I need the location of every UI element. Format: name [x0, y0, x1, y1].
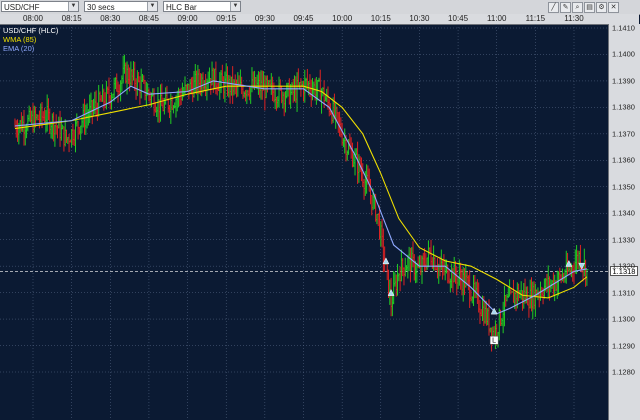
time-tick-label: 09:45	[293, 14, 314, 23]
price-tick-label: 1.1410	[612, 23, 635, 33]
draw-pencil-icon[interactable]: ✎	[560, 2, 571, 13]
time-tick-label: 08:15	[61, 14, 82, 23]
axis-corner	[609, 14, 639, 24]
price-tick-label: 1.1320	[612, 261, 635, 271]
price-axis: 1.1318 1.1410 1.1400 1.1390 1.1380 1.1370 1.1…	[608, 24, 640, 420]
time-tick-label: 10:00	[332, 14, 353, 23]
draw-line-icon[interactable]: ╱	[548, 2, 559, 13]
chevron-down-icon[interactable]: ▼	[230, 2, 240, 11]
interval-value: 30 secs	[87, 3, 115, 12]
time-tick-label: 10:45	[448, 14, 469, 23]
price-tick-label: 1.1310	[612, 288, 635, 298]
time-tick-label: 09:00	[177, 14, 198, 23]
close-icon[interactable]: ✕	[608, 2, 619, 13]
price-tick-label: 1.1390	[612, 76, 635, 86]
price-bars	[14, 54, 589, 352]
chevron-down-icon[interactable]: ▼	[68, 2, 78, 11]
price-tick-label: 1.1330	[612, 235, 635, 245]
time-tick-label: 10:15	[370, 14, 391, 23]
time-tick-label: 08:00	[22, 14, 44, 23]
chevron-down-icon[interactable]: ▼	[147, 2, 157, 11]
price-bar-up	[105, 80, 108, 110]
price-tick-label: 1.1290	[612, 341, 635, 351]
symbol-value: USD/CHF	[4, 3, 40, 12]
interval-select[interactable]: 30 secs ▼	[84, 1, 158, 12]
chart-legend: USD/CHF (HLC) WMA (85) EMA (20)	[3, 26, 58, 53]
time-tick-label: 11:30	[564, 14, 584, 23]
chart-style-select[interactable]: HLC Bar ▼	[163, 1, 241, 12]
price-tick-label: 1.1350	[612, 182, 635, 192]
time-tick-label: 09:30	[254, 14, 275, 23]
price-tick-label: 1.1400	[612, 49, 635, 59]
legend-wma: WMA (85)	[3, 35, 37, 44]
price-bar-down	[68, 133, 71, 153]
price-tick-label: 1.1380	[612, 102, 635, 112]
settings-icon[interactable]: ⚙	[596, 2, 607, 13]
price-tick-label: 1.1360	[612, 155, 635, 165]
print-icon[interactable]: ▤	[584, 2, 595, 13]
legend-instrument: USD/CHF (HLC)	[3, 26, 59, 35]
time-tick-label: 11:15	[525, 14, 546, 23]
ema-line	[14, 80, 587, 315]
time-tick-label: 11:00	[486, 14, 507, 23]
time-tick-label: 09:15	[216, 14, 237, 23]
time-tick-label: 08:30	[100, 14, 121, 23]
price-chart[interactable]: L	[0, 24, 608, 420]
low-marker-label: L	[492, 338, 496, 345]
price-bar-down	[469, 270, 472, 308]
price-bar-up	[140, 68, 143, 99]
chart-style-value: HLC Bar	[166, 3, 197, 12]
price-bar-up	[534, 283, 537, 317]
time-tick-label: 10:30	[409, 14, 430, 23]
price-tick-label: 1.1300	[612, 314, 635, 324]
symbol-select[interactable]: USD/CHF ▼	[1, 1, 79, 12]
price-tick-label: 1.1370	[612, 129, 635, 139]
time-tick-label: 08:45	[138, 14, 159, 23]
chart-toolbar: USD/CHF ▼ 30 secs ▼ HLC Bar ▼ ╱ ✎ ⌕ ▤ ⚙ …	[0, 0, 640, 15]
indicator-lines	[14, 80, 588, 315]
zoom-icon[interactable]: ⌕	[572, 2, 583, 13]
legend-ema: EMA (20)	[3, 44, 35, 53]
chart-window: USD/CHF ▼ 30 secs ▼ HLC Bar ▼ ╱ ✎ ⌕ ▤ ⚙ …	[0, 0, 640, 420]
price-tick-label: 1.1280	[612, 367, 635, 377]
price-tick-label: 1.1340	[612, 208, 635, 218]
